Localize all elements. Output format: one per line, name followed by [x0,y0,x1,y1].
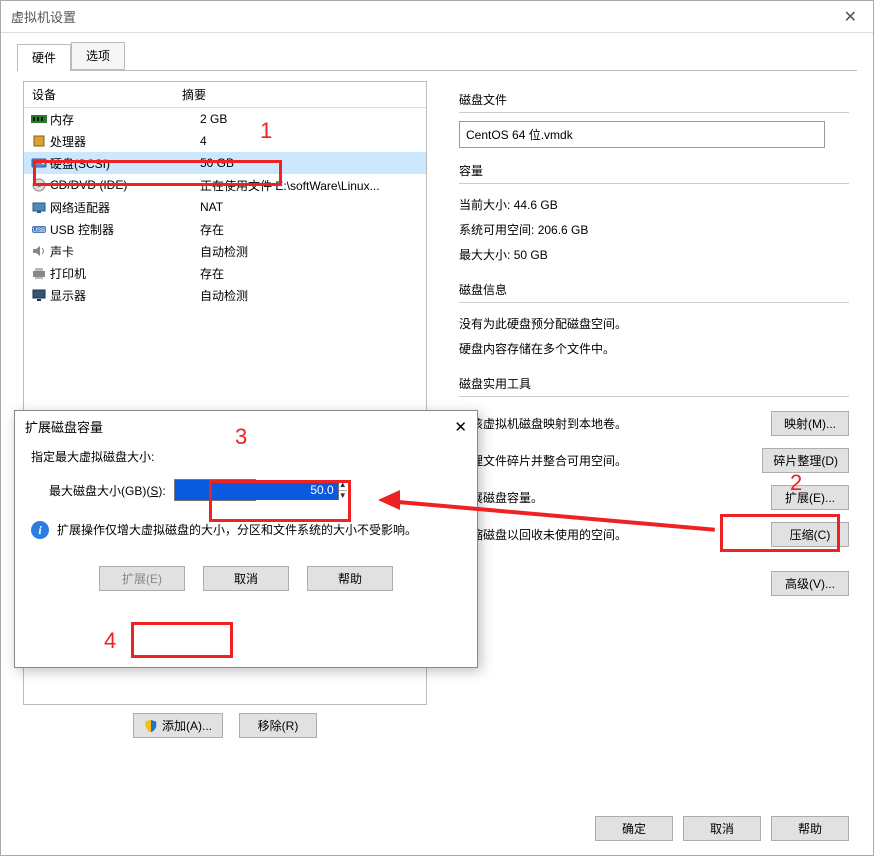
device-row-sound[interactable]: 声卡自动检测 [24,240,426,262]
sound-icon [30,243,48,259]
device-name: CD/DVD (IDE) [50,178,200,192]
disk-size-spinner[interactable]: ▲ ▼ [174,479,256,501]
spin-down-icon[interactable]: ▼ [339,491,347,501]
tab-options[interactable]: 选项 [71,42,125,70]
tabs: 硬件 选项 [17,45,857,71]
right-panel: 磁盘文件 CentOS 64 位.vmdk 容量 当前大小: 44.6 GB 系… [437,71,857,806]
popup-info-text: 扩展操作仅增大虚拟磁盘的大小，分区和文件系统的大小不受影响。 [57,521,417,540]
info-icon: i [31,521,49,539]
device-summary: 自动检测 [200,243,426,260]
popup-help-button[interactable]: 帮助 [307,566,393,591]
device-summary: 2 GB [200,112,426,126]
section-disk-file: 磁盘文件 [459,89,849,113]
device-summary: 存在 [200,221,426,238]
device-name: 处理器 [50,133,200,150]
display-icon [30,287,48,303]
memory-icon [30,111,48,127]
net-icon [30,199,48,215]
cap-free-value: 206.6 GB [538,223,589,237]
disk-file-field[interactable]: CentOS 64 位.vmdk [459,121,825,148]
window-title: 虚拟机设置 [11,7,76,26]
cpu-icon [30,133,48,149]
help-button[interactable]: 帮助 [771,816,849,841]
popup-field-label: 最大磁盘大小(GB)(S): [49,482,166,499]
popup-subtitle: 指定最大虚拟磁盘大小: [31,448,461,465]
device-row-usb[interactable]: USB USB 控制器存在 [24,218,426,240]
device-name: 硬盘(SCSI) [50,155,200,172]
printer-icon [30,265,48,281]
device-name: 打印机 [50,265,200,282]
device-name: USB 控制器 [50,221,200,238]
section-capacity: 容量 [459,160,849,184]
cancel-button[interactable]: 取消 [683,816,761,841]
device-summary: 4 [200,134,426,148]
summary-header: 摘要 [182,86,426,103]
ok-button[interactable]: 确定 [595,816,673,841]
disk-size-input[interactable] [175,480,338,500]
add-button-label: 添加(A)... [162,717,212,734]
tool-defrag-desc: 整理文件碎片并整合可用空间。 [459,452,762,469]
device-name: 声卡 [50,243,200,260]
compact-button[interactable]: 压缩(C) [771,522,849,547]
device-row-cpu[interactable]: 处理器4 [24,130,426,152]
device-summary: 正在使用文件 E:\softWare\Linux... [200,177,426,194]
tab-hardware[interactable]: 硬件 [17,44,71,71]
device-header: 设备 [32,86,182,103]
advanced-button[interactable]: 高级(V)... [771,571,849,596]
device-row-printer[interactable]: 打印机存在 [24,262,426,284]
device-summary: 50 GB [200,156,426,170]
cap-max-label: 最大大小: [459,248,510,262]
cap-current-label: 当前大小: [459,198,510,212]
device-row-memory[interactable]: 内存2 GB [24,108,426,130]
usb-icon: USB [30,221,48,237]
remove-button[interactable]: 移除(R) [239,713,317,738]
device-summary: 自动检测 [200,287,426,304]
tool-expand-desc: 扩展磁盘容量。 [459,489,771,506]
device-name: 显示器 [50,287,200,304]
section-tools: 磁盘实用工具 [459,373,849,397]
popup-expand-button[interactable]: 扩展(E) [99,566,185,591]
popup-cancel-button[interactable]: 取消 [203,566,289,591]
device-summary: NAT [200,200,426,214]
device-name: 内存 [50,111,200,128]
disk-icon [30,155,48,171]
disk-info-1: 没有为此硬盘预分配磁盘空间。 [459,311,849,336]
device-row-display[interactable]: 显示器自动检测 [24,284,426,306]
cap-free-label: 系统可用空间: [459,223,534,237]
defrag-button[interactable]: 碎片整理(D) [762,448,849,473]
dialog-buttons: 确定 取消 帮助 [17,806,857,855]
section-disk-info: 磁盘信息 [459,279,849,303]
map-button[interactable]: 映射(M)... [771,411,849,436]
expand-popup: 扩展磁盘容量 ✕ 指定最大虚拟磁盘大小: 最大磁盘大小(GB)(S): ▲ ▼ … [14,410,478,668]
disk-info-2: 硬盘内容存储在多个文件中。 [459,336,849,361]
device-name: 网络适配器 [50,199,200,216]
add-button[interactable]: 添加(A)... [133,713,223,738]
tool-map-desc: 将该虚拟机磁盘映射到本地卷。 [459,415,771,432]
cap-current-value: 44.6 GB [514,198,558,212]
device-row-net[interactable]: 网络适配器NAT [24,196,426,218]
svg-text:USB: USB [33,228,45,234]
spin-up-icon[interactable]: ▲ [339,480,347,491]
cd-icon [30,177,48,193]
device-row-disk[interactable]: 硬盘(SCSI)50 GB [24,152,426,174]
cap-max-value: 50 GB [514,248,548,262]
expand-button[interactable]: 扩展(E)... [771,485,849,510]
tool-compact-desc: 压缩磁盘以回收未使用的空间。 [459,526,771,543]
close-icon[interactable]: ✕ [838,7,863,27]
popup-title: 扩展磁盘容量 [25,417,103,436]
device-row-cd[interactable]: CD/DVD (IDE)正在使用文件 E:\softWare\Linux... [24,174,426,196]
device-summary: 存在 [200,265,426,282]
popup-close-icon[interactable]: ✕ [454,418,467,436]
shield-icon [144,719,158,733]
titlebar: 虚拟机设置 ✕ [1,1,873,33]
